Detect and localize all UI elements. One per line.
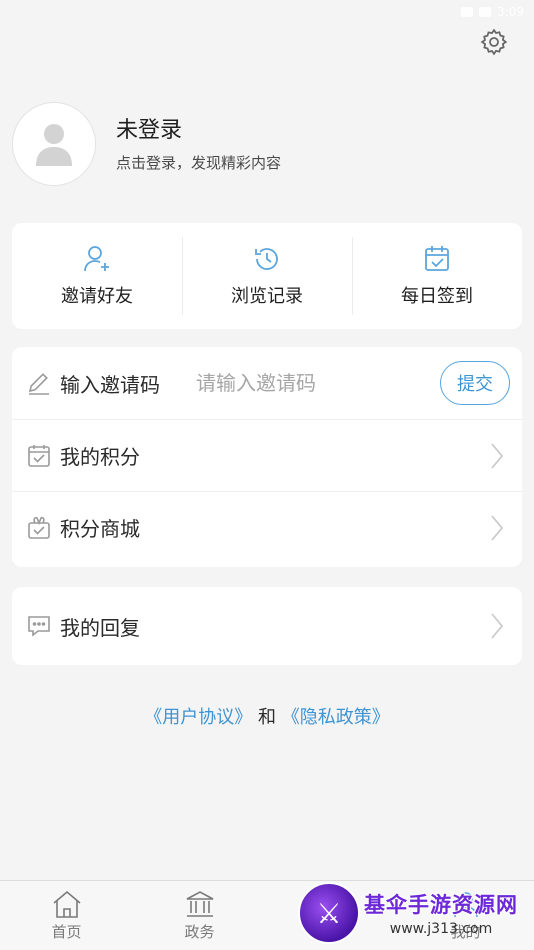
invite-code-input[interactable] xyxy=(196,371,416,395)
chat-bubble-icon xyxy=(28,616,50,637)
login-profile[interactable]: 未登录 点击登录，发现精彩内容 xyxy=(12,100,522,188)
agreement-links: 《用户协议》 和 《隐私政策》 xyxy=(0,703,534,729)
points-mall-row[interactable]: 积分商城 xyxy=(12,491,522,563)
tab-home[interactable]: 首页 xyxy=(0,881,133,950)
invite-code-row: 输入邀请码 提交 xyxy=(12,347,522,419)
chevron-right-icon xyxy=(491,613,504,639)
quick-actions-card: 邀请好友 浏览记录 每日签到 xyxy=(12,223,522,329)
points-mall-label: 积分商城 xyxy=(60,517,140,541)
pencil-icon xyxy=(28,373,49,395)
chevron-right-icon xyxy=(491,442,504,469)
settings-button[interactable] xyxy=(476,24,512,60)
watermark-logo-icon: ⚔ xyxy=(298,882,360,944)
history-icon xyxy=(255,248,278,270)
tab-government[interactable]: 政务 xyxy=(133,881,266,950)
reply-card: 我的回复 xyxy=(12,587,522,665)
tab-government-label: 政务 xyxy=(184,923,215,941)
watermark: ⚔ 基伞手游资源网 www.j313.com xyxy=(298,876,534,950)
battery-icon xyxy=(479,7,492,17)
my-replies-label: 我的回复 xyxy=(60,615,140,640)
my-points-label: 我的积分 xyxy=(60,445,140,469)
daily-checkin-label: 每日签到 xyxy=(401,286,473,307)
calendar-check-icon xyxy=(28,444,50,467)
account-menu-card: 输入邀请码 提交 我的积分 积分商城 xyxy=(12,347,522,567)
signal-icon xyxy=(461,7,474,17)
watermark-url: www.j313.com xyxy=(389,921,493,937)
browse-history-label: 浏览记录 xyxy=(231,286,303,307)
home-icon xyxy=(52,890,81,918)
browse-history-button[interactable]: 浏览记录 xyxy=(182,223,352,329)
status-time: 3:09 xyxy=(497,5,524,19)
user-agreement-link[interactable]: 《用户协议》 xyxy=(144,707,252,728)
privacy-policy-link[interactable]: 《隐私政策》 xyxy=(282,707,390,728)
watermark-title: 基伞手游资源网 xyxy=(364,893,518,917)
tab-home-label: 首页 xyxy=(51,923,82,941)
invite-code-label: 输入邀请码 xyxy=(60,372,160,397)
login-title[interactable]: 未登录 xyxy=(116,116,281,146)
gear-icon xyxy=(480,28,508,56)
calendar-check-icon xyxy=(425,246,449,271)
add-user-icon xyxy=(84,246,109,272)
avatar[interactable] xyxy=(12,102,96,186)
default-avatar-icon xyxy=(36,124,72,166)
my-replies-row[interactable]: 我的回复 xyxy=(12,587,522,665)
invite-friends-label: 邀请好友 xyxy=(61,286,133,307)
invite-friends-button[interactable]: 邀请好友 xyxy=(12,223,182,329)
gift-icon xyxy=(28,516,50,539)
my-points-row[interactable]: 我的积分 xyxy=(12,419,522,491)
chevron-right-icon xyxy=(491,514,504,541)
login-subtitle: 点击登录，发现精彩内容 xyxy=(116,153,282,172)
status-bar: 3:09 xyxy=(0,0,534,24)
submit-button[interactable]: 提交 xyxy=(440,361,510,405)
daily-checkin-button[interactable]: 每日签到 xyxy=(352,223,522,329)
government-icon xyxy=(186,891,213,917)
agreement-conjunction: 和 xyxy=(258,707,276,728)
